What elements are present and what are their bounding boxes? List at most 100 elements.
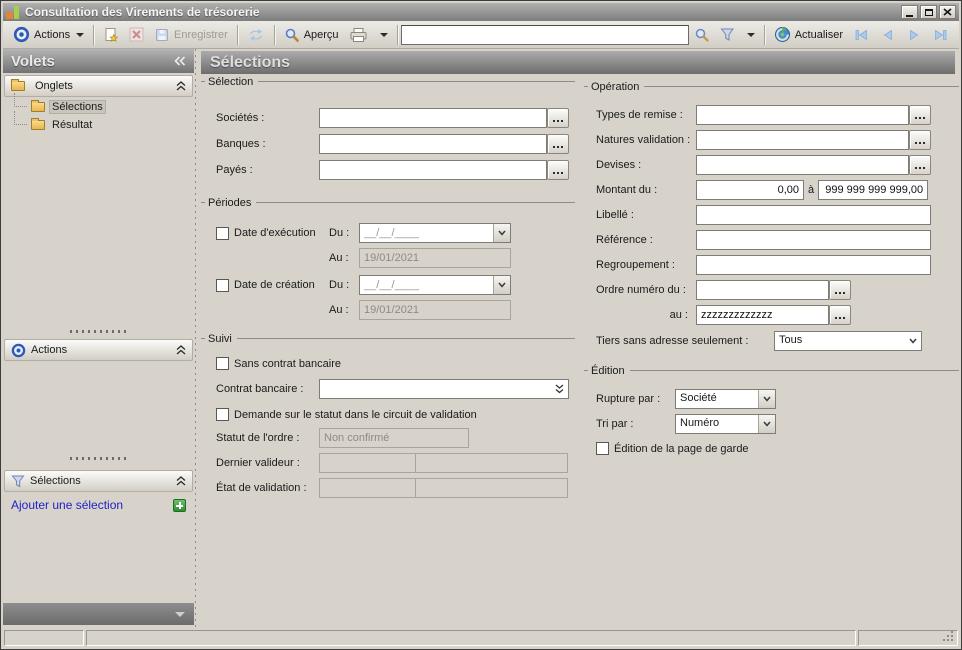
collapse-up-icon[interactable]: [176, 81, 186, 91]
filter-options-button[interactable]: [740, 31, 760, 39]
filter-button[interactable]: [715, 25, 740, 44]
panel-splitter[interactable]: [3, 329, 194, 334]
add-selection-link[interactable]: Ajouter une sélection: [11, 498, 123, 512]
regroupement-input[interactable]: [696, 255, 931, 275]
last-record-button[interactable]: [927, 25, 954, 45]
previous-record-button[interactable]: [875, 25, 901, 45]
etat-validation-name-input: [415, 478, 568, 498]
refresh-label: Actualiser: [794, 28, 843, 41]
ordre-au-lookup-button[interactable]: [829, 305, 851, 325]
reference-input[interactable]: [696, 230, 931, 250]
date-execution-checkbox[interactable]: [216, 226, 229, 240]
chevron-down-icon[interactable]: [758, 415, 775, 433]
date-creation-checkbox[interactable]: [216, 278, 229, 292]
actions-panel-label: Actions: [31, 344, 68, 356]
double-chevron-down-icon[interactable]: [551, 380, 568, 398]
search-input[interactable]: [401, 24, 689, 45]
devises-lookup-button[interactable]: [909, 155, 931, 175]
panel-header-onglets[interactable]: Onglets: [4, 75, 193, 97]
chevron-down-icon: [76, 32, 85, 37]
natures-validation-lookup-button[interactable]: [909, 130, 931, 150]
ordre-numero-lookup-button[interactable]: [829, 280, 851, 300]
creation-du-input[interactable]: [360, 276, 493, 294]
natures-validation-input[interactable]: [696, 130, 909, 150]
types-remise-input[interactable]: [696, 105, 909, 125]
devises-label: Devises :: [596, 159, 642, 171]
types-remise-lookup-button[interactable]: [909, 105, 931, 125]
toolbar-separator: [93, 24, 95, 45]
actions-target-icon: [13, 26, 30, 43]
payes-input[interactable]: [319, 160, 547, 180]
montant-max-input[interactable]: [818, 180, 929, 200]
ordre-numero-du-input[interactable]: [696, 280, 829, 300]
panel-header-actions[interactable]: Actions: [4, 339, 193, 361]
collapse-left-icon[interactable]: [174, 56, 186, 66]
contrat-combo[interactable]: [319, 379, 569, 399]
chevron-down-icon[interactable]: [904, 332, 921, 350]
banques-lookup-button[interactable]: [547, 134, 569, 154]
ordre-au-label: au :: [669, 309, 688, 321]
actions-menu-button[interactable]: Actions: [8, 24, 89, 45]
tiers-select[interactable]: Tous: [774, 331, 922, 351]
collapse-up-icon[interactable]: [176, 476, 186, 486]
execution-du-input[interactable]: [360, 224, 493, 242]
tiers-select-value: Tous: [779, 334, 803, 346]
dernier-valideur-code-input: [319, 453, 416, 473]
date-creation-label: Date de création: [234, 279, 315, 291]
sync-button[interactable]: [242, 25, 270, 45]
page-garde-checkbox[interactable]: [596, 442, 609, 455]
toolbar-separator: [273, 24, 275, 45]
sans-contrat-checkbox[interactable]: [216, 357, 229, 370]
libelle-input[interactable]: [696, 205, 931, 225]
panel-header-selections[interactable]: Sélections: [4, 470, 193, 492]
delete-button[interactable]: [124, 25, 149, 44]
chevron-down-icon[interactable]: [758, 390, 775, 408]
close-button[interactable]: [939, 5, 956, 19]
group-title-periodes: Périodes: [201, 196, 575, 209]
ordre-au-field: [696, 305, 851, 325]
montant-row: Montant du : à: [584, 180, 959, 200]
status-pane-right: [858, 630, 958, 646]
new-button[interactable]: [98, 25, 124, 45]
search-button[interactable]: [689, 25, 715, 45]
execution-du-combo[interactable]: [359, 223, 511, 243]
dernier-valideur-name-input: [415, 453, 568, 473]
rupture-select[interactable]: Société: [675, 389, 776, 409]
banques-input[interactable]: [319, 134, 547, 154]
tree-item-resultat[interactable]: Résultat: [9, 111, 190, 132]
ellipsis-icon: [553, 120, 555, 122]
resize-grip[interactable]: [943, 631, 955, 643]
montant-min-input[interactable]: [696, 180, 804, 200]
filter-funnel-icon: [720, 28, 734, 41]
payes-lookup-button[interactable]: [547, 160, 569, 180]
refresh-icon: [774, 26, 790, 42]
first-record-button[interactable]: [848, 25, 875, 45]
group-title-operation: Opération: [584, 80, 959, 93]
print-options-button[interactable]: [373, 31, 393, 39]
panel-splitter[interactable]: [3, 456, 194, 461]
refresh-button[interactable]: Actualiser: [769, 24, 848, 45]
demande-statut-checkbox[interactable]: [216, 408, 229, 421]
etat-validation-row: État de validation :: [201, 478, 575, 498]
devises-input[interactable]: [696, 155, 909, 175]
banques-label: Banques :: [216, 138, 266, 150]
tree-item-selections[interactable]: Sélections: [9, 93, 190, 114]
minimize-button[interactable]: [901, 5, 918, 19]
ordre-numero-label: Ordre numéro du :: [596, 284, 686, 296]
print-button[interactable]: [344, 25, 373, 45]
maximize-button[interactable]: [920, 5, 937, 19]
save-button[interactable]: Enregistrer: [149, 25, 233, 45]
add-selection-button[interactable]: [173, 498, 186, 512]
chevron-down-icon[interactable]: [493, 276, 510, 294]
sidebar-more-bar[interactable]: [3, 603, 194, 625]
preview-button[interactable]: Aperçu: [279, 25, 344, 45]
chevron-down-icon[interactable]: [493, 224, 510, 242]
societes-lookup-button[interactable]: [547, 108, 569, 128]
creation-du-combo[interactable]: [359, 275, 511, 295]
ordre-au-input[interactable]: [696, 305, 829, 325]
societes-input[interactable]: [319, 108, 547, 128]
tri-select[interactable]: Numéro: [675, 414, 776, 434]
collapse-up-icon[interactable]: [176, 345, 186, 355]
next-record-button[interactable]: [901, 25, 927, 45]
close-icon: [943, 8, 952, 16]
